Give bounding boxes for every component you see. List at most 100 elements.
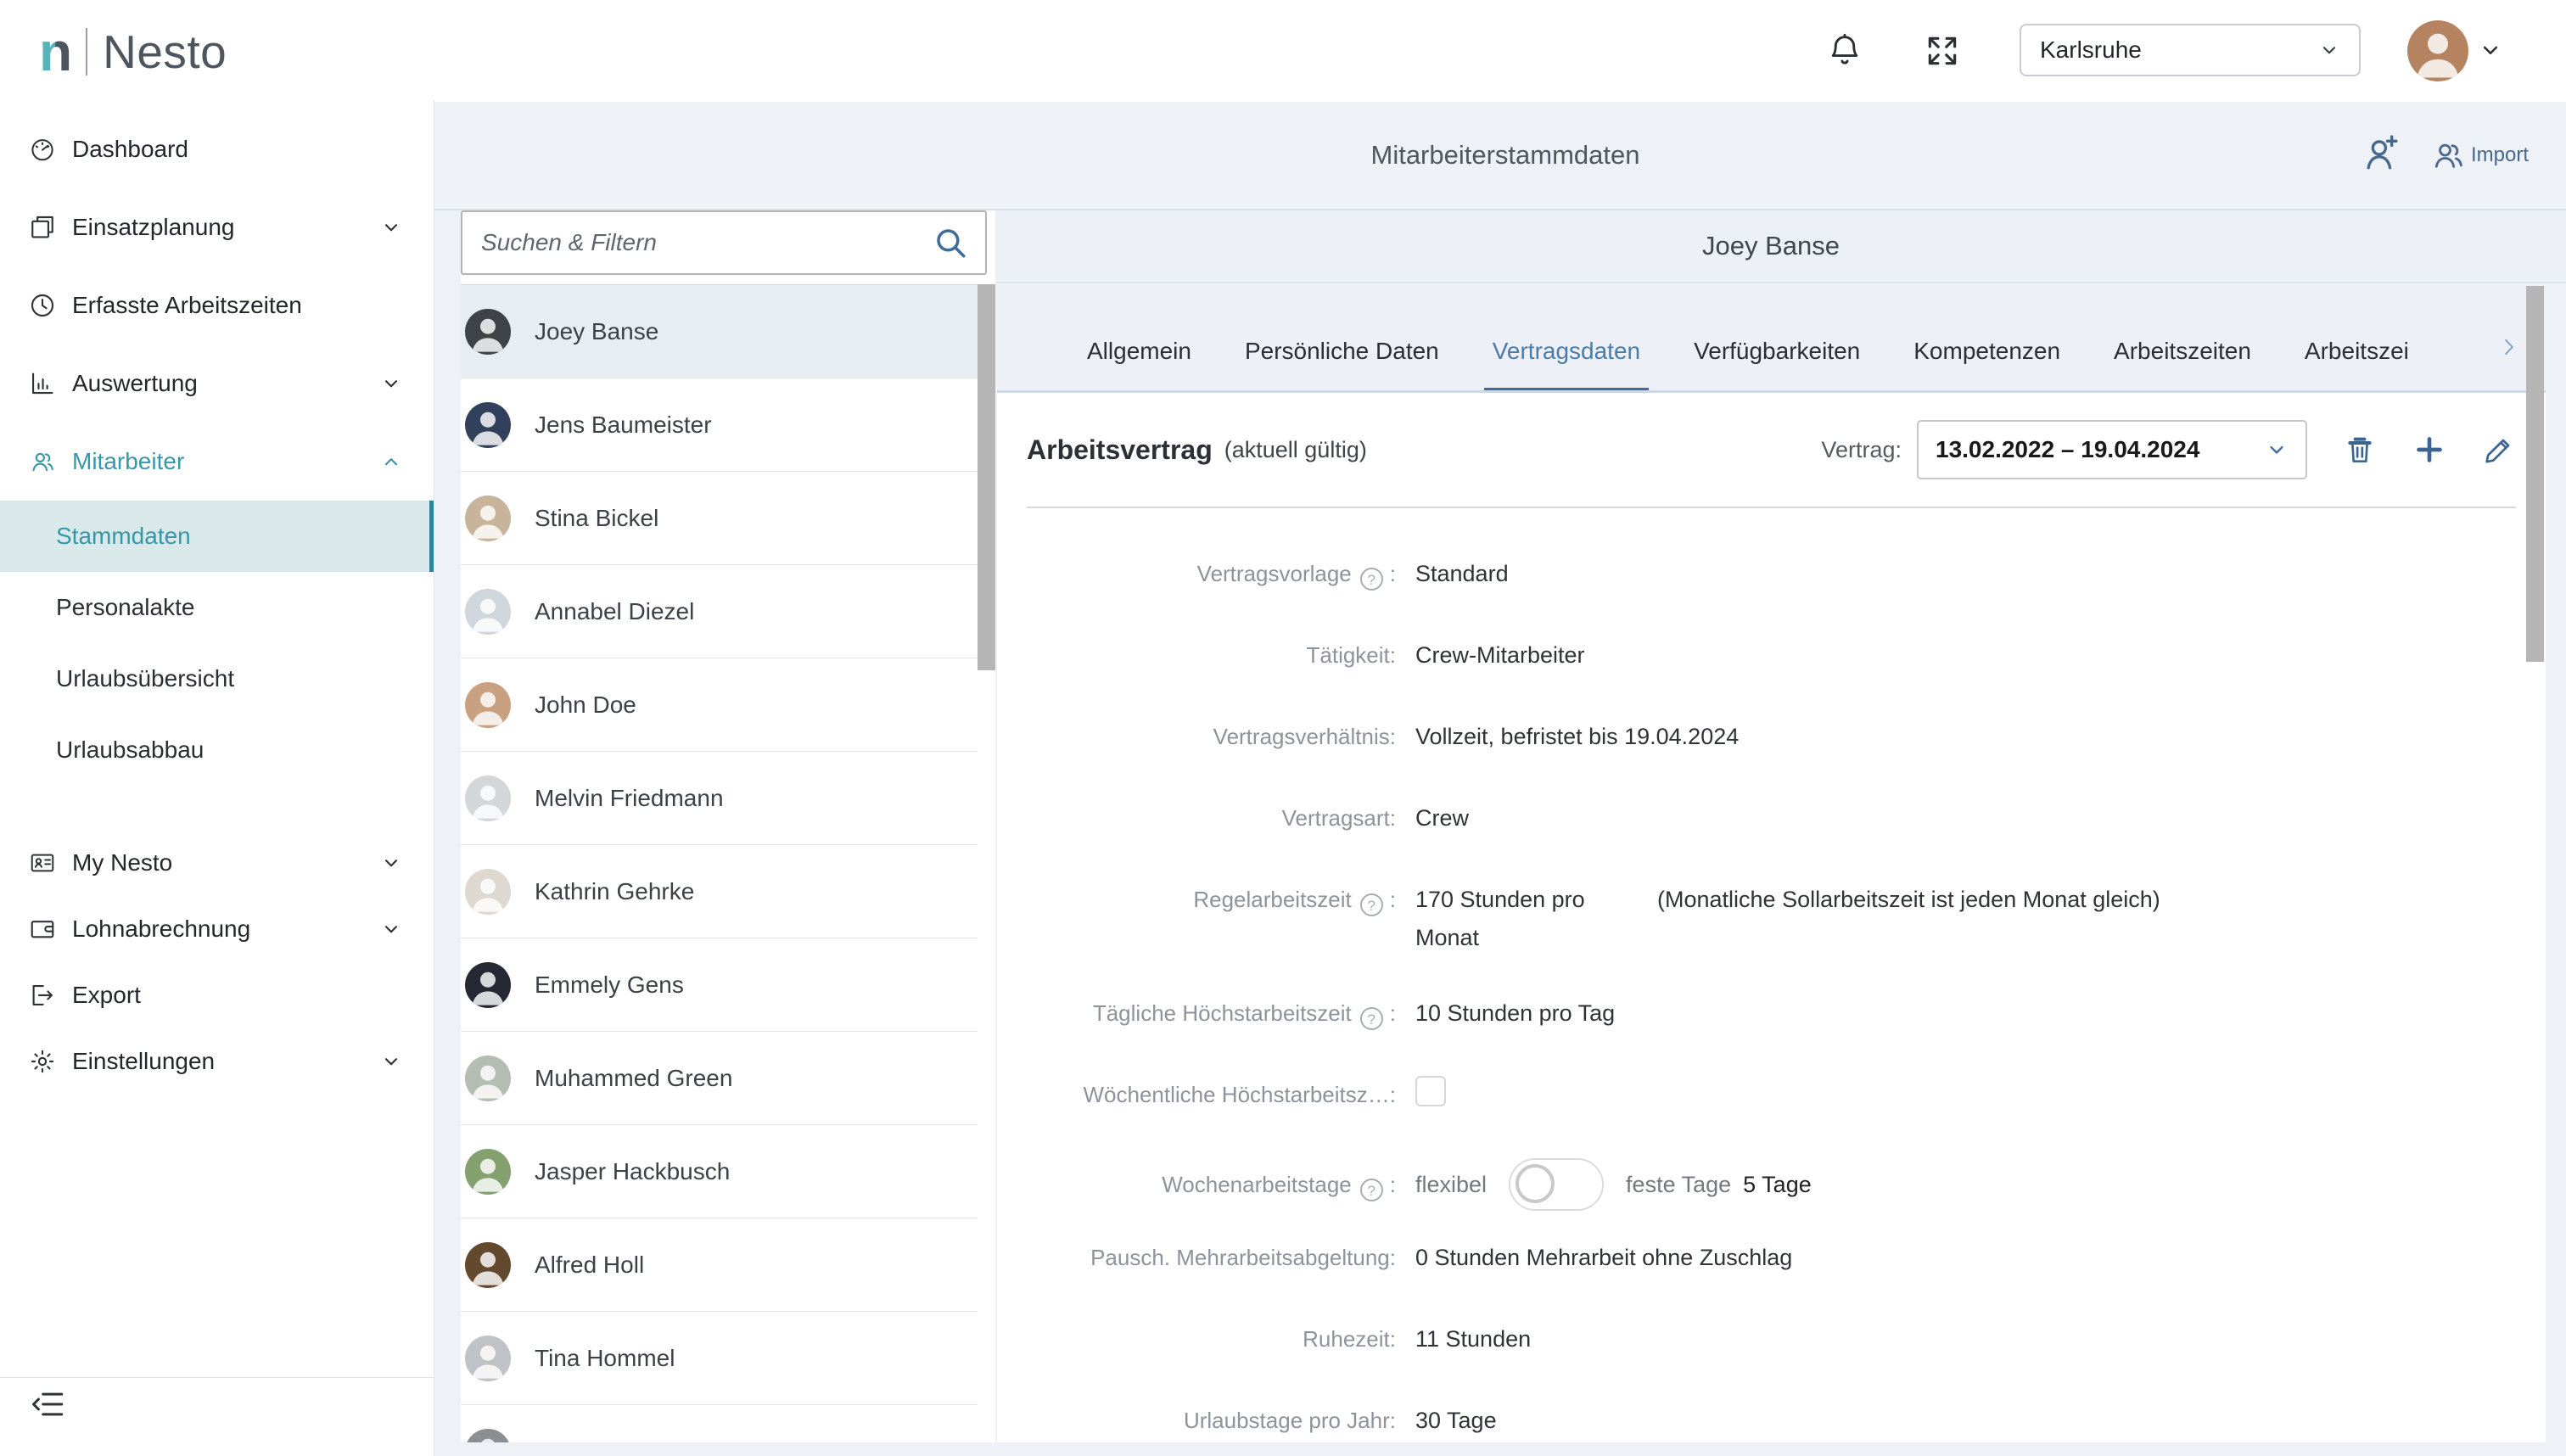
tab-arbeitszei[interactable]: Arbeitszei <box>2305 338 2409 390</box>
import-people-icon <box>2430 137 2466 173</box>
sidebar-item-personalakte[interactable]: Personalakte <box>0 572 434 643</box>
search-box <box>461 210 987 275</box>
employee-row[interactable]: John Doe <box>461 658 978 752</box>
form-row-vertragsvorlage: Vertragsvorlage?:Standard <box>1027 555 2516 599</box>
employee-list-scrollbar[interactable] <box>978 284 995 1442</box>
sidebar-item-label: Erfasste Arbeitszeiten <box>72 292 402 319</box>
add-contract-icon[interactable] <box>2412 433 2446 467</box>
field-label: Tägliche Höchstarbeitszeit?: <box>1027 994 1396 1033</box>
scrollbar-thumb[interactable] <box>978 284 995 670</box>
sidebar-item-mitarbeiter[interactable]: Mitarbeiter <box>0 423 434 501</box>
employee-row[interactable]: Melvin Friedmann <box>461 752 978 845</box>
gear-icon <box>29 1048 56 1075</box>
employee-name: Kathrin Gehrke <box>535 878 694 905</box>
avatar <box>465 589 511 635</box>
sidebar-item-export[interactable]: Export <box>0 962 434 1028</box>
sidebar-item-auswertung[interactable]: Auswertung <box>0 344 434 423</box>
contract-form: Vertragsvorlage?:Standard Tätigkeit:Crew-… <box>1027 508 2516 1442</box>
contract-select[interactable]: 13.02.2022 – 19.04.2024 <box>1917 420 2307 479</box>
tab-kompetenzen[interactable]: Kompetenzen <box>1913 338 2060 390</box>
help-icon[interactable]: ? <box>1360 1179 1383 1201</box>
sidebar-item-label: Dashboard <box>72 136 402 163</box>
employee-row-partial[interactable] <box>461 1405 978 1442</box>
sidebar-item-erfasste-arbeitszeiten[interactable]: Erfasste Arbeitszeiten <box>0 266 434 344</box>
wallet-icon <box>29 916 56 943</box>
search-input[interactable] <box>479 228 933 257</box>
employee-row[interactable]: Alfred Holl <box>461 1218 978 1312</box>
avatar <box>465 1056 511 1101</box>
form-row-t-tigkeit: Tätigkeit:Crew-Mitarbeiter <box>1027 636 2516 680</box>
sidebar-footer-divider <box>0 1377 434 1378</box>
tab-verf-gbarkeiten[interactable]: Verfügbarkeiten <box>1694 338 1860 390</box>
form-row-ruhezeit: Ruhezeit:11 Stunden <box>1027 1320 2516 1364</box>
help-icon[interactable]: ? <box>1360 893 1383 916</box>
form-row-t-gliche-h-chstarbeitszeit: Tägliche Höchstarbeitszeit?:10 Stunden p… <box>1027 994 2516 1039</box>
avatar <box>465 309 511 355</box>
detail-gutter <box>2546 286 2566 1442</box>
sidebar-item-einstellungen[interactable]: Einstellungen <box>0 1028 434 1095</box>
employee-name: John Doe <box>535 692 636 719</box>
delete-contract-icon[interactable] <box>2343 433 2377 467</box>
chevron-down-icon <box>380 1050 402 1072</box>
field-value: 170 Stunden pro Monat <box>1415 881 1634 957</box>
sidebar-item-urlaubsabbau[interactable]: Urlaubsabbau <box>0 714 434 786</box>
employee-row[interactable]: Tina Hommel <box>461 1312 978 1405</box>
search-icon[interactable] <box>933 225 968 260</box>
toggle-switch[interactable] <box>1509 1158 1604 1211</box>
bell-icon[interactable] <box>1825 31 1864 70</box>
field-value: 0 Stunden Mehrarbeit ohne Zuschlag <box>1415 1239 1792 1277</box>
user-avatar[interactable] <box>2407 20 2468 81</box>
sidebar-item-einsatzplanung[interactable]: Einsatzplanung <box>0 188 434 266</box>
employee-name: Muhammed Green <box>535 1065 732 1092</box>
help-icon[interactable]: ? <box>1360 568 1383 591</box>
employee-row[interactable]: Emmely Gens <box>461 938 978 1032</box>
people-icon <box>29 448 56 475</box>
employee-row[interactable]: Annabel Diezel <box>461 565 978 658</box>
edit-contract-icon[interactable] <box>2482 433 2516 467</box>
sidebar-item-label: Mitarbeiter <box>72 448 380 475</box>
field-label: Tätigkeit: <box>1027 636 1396 675</box>
employee-list-panel: Joey BanseJens BaumeisterStina BickelAnn… <box>461 210 995 1442</box>
location-select[interactable]: Karlsruhe <box>2020 24 2361 76</box>
chevron-down-icon <box>380 216 402 238</box>
scrollbar-thumb[interactable] <box>2526 286 2544 662</box>
sidebar-item-urlaubs-bersicht[interactable]: Urlaubsübersicht <box>0 643 434 714</box>
tab-vertragsdaten[interactable]: Vertragsdaten <box>1493 338 1640 390</box>
avatar <box>465 776 511 821</box>
chevron-down-icon <box>380 852 402 874</box>
field-value: Standard <box>1415 555 1509 593</box>
user-menu-chevron-icon[interactable] <box>2478 37 2503 63</box>
chevron-down-icon <box>380 918 402 940</box>
import-button[interactable]: Import <box>2430 137 2529 173</box>
nesto-logo-text: Nesto <box>103 25 227 79</box>
employee-row[interactable]: Kathrin Gehrke <box>461 845 978 938</box>
tab-allgemein[interactable]: Allgemein <box>1087 338 1191 390</box>
help-icon[interactable]: ? <box>1360 1007 1383 1030</box>
toggle-group: flexibelfeste Tage5 Tage <box>1415 1158 1812 1211</box>
section-title: Arbeitsvertrag <box>1027 434 1213 466</box>
field-label: Wöchentliche Höchstarbeitsz…: <box>1027 1076 1396 1114</box>
employee-row[interactable]: Jens Baumeister <box>461 378 978 472</box>
sidebar-item-my-nesto[interactable]: My Nesto <box>0 830 434 896</box>
avatar <box>465 1149 511 1195</box>
employee-row[interactable]: Muhammed Green <box>461 1032 978 1125</box>
avatar <box>465 1242 511 1288</box>
tab-arbeitszeiten[interactable]: Arbeitszeiten <box>2114 338 2251 390</box>
nesto-logo-mark: n <box>39 25 72 79</box>
tab-pers-nliche-daten[interactable]: Persönliche Daten <box>1245 338 1439 390</box>
sidebar-item-stammdaten[interactable]: Stammdaten <box>0 501 434 572</box>
field-value: Crew <box>1415 799 1469 837</box>
tabs-scroll-right-icon[interactable] <box>2496 334 2522 360</box>
page-title: Mitarbeiterstammdaten <box>1370 102 1639 209</box>
collapse-sidebar-icon[interactable] <box>31 1386 66 1422</box>
checkbox-w-chentliche-h-chstarbeitsz[interactable] <box>1415 1076 1446 1106</box>
sidebar-item-lohnabrechnung[interactable]: Lohnabrechnung <box>0 896 434 962</box>
fullscreen-icon[interactable] <box>1924 32 1961 70</box>
employee-row[interactable]: Stina Bickel <box>461 472 978 565</box>
employee-row[interactable]: Joey Banse <box>461 285 978 378</box>
detail-scrollbar[interactable] <box>2526 286 2544 1442</box>
field-label: Pausch. Mehrarbeitsabgeltung: <box>1027 1239 1396 1277</box>
employee-row[interactable]: Jasper Hackbusch <box>461 1125 978 1218</box>
sidebar-item-dashboard[interactable]: Dashboard <box>0 110 434 188</box>
add-employee-icon[interactable] <box>2361 129 2403 175</box>
